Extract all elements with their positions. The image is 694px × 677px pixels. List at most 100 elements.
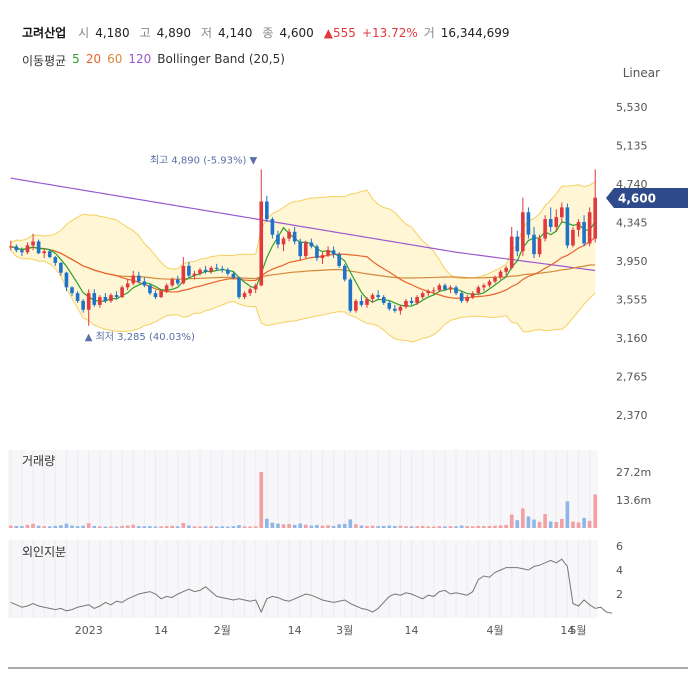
volume-bar [532,519,536,528]
volume-bar [470,526,475,528]
volume-tick-label: 27.2m [616,466,651,479]
candle-body [554,217,559,227]
candle-body [459,293,464,301]
x-tick-label: 14 [154,624,168,637]
candle-body [437,285,442,291]
x-tick-label: 2023 [75,624,103,637]
volume-bar [81,525,85,528]
volume-bar [270,522,275,528]
volume-bar [265,518,269,528]
candle-body [220,268,225,270]
candle-body [587,212,592,244]
candle-body [159,291,163,298]
candle-body [248,289,252,294]
candle-body [487,281,492,286]
foreign-tick-label: 4 [616,564,623,577]
candle-body [153,293,158,298]
volume-bar [209,526,213,528]
volume-bar [498,525,503,528]
foreign-tick-label: 2 [616,588,623,601]
price-tick-label: 3,160 [616,332,648,345]
volume-bar [521,508,525,528]
candle-body [537,238,542,255]
foreign-panel [8,540,598,618]
price-tick-label: 4,345 [616,217,648,230]
candle-body [342,265,347,280]
volume-bar [504,524,508,528]
volume-bar [59,525,63,528]
volume-bar [170,525,175,528]
volume-bar [582,517,586,528]
x-tick-label: 4월 [486,624,503,637]
volume-bar [543,514,547,528]
volume-bar [576,522,581,528]
candle-body [42,251,46,254]
candle-body [209,267,213,272]
volume-bar [36,525,41,528]
volume-bar [315,524,319,528]
candle-body [114,295,119,298]
candle-body [376,295,380,298]
candle-body [226,269,230,274]
x-tick-label: 14 [288,624,302,637]
candle-body [470,293,475,298]
candle-body [443,285,447,290]
volume-bar [231,526,236,528]
volume-bar [482,526,486,528]
candle-body [281,238,286,245]
volume-bar [136,526,141,528]
volume-bar [415,526,419,528]
volume-bar [459,525,464,528]
candle-body [98,297,102,305]
candle-body [25,245,30,253]
candle-body [543,219,547,239]
volume-bar [164,526,169,528]
volume-bar [53,525,58,528]
foreign-panel-title: 외인지분 [22,545,66,559]
volume-bar [92,525,97,528]
x-tick-label: 5월 [569,624,586,637]
volume-bar [448,526,453,528]
stock-chart[interactable]: 5,5305,1354,7404,3453,9503,5553,1602,765… [0,0,694,677]
volume-bar [281,524,286,528]
candle-body [292,231,297,242]
candle-body [70,287,74,294]
volume-bar [253,526,258,528]
volume-bar [131,524,136,528]
candle-body [498,271,503,278]
volume-bar [175,526,180,528]
current-price-tag: 4,600 [606,188,688,208]
volume-bar [276,523,280,528]
volume-bar [409,526,414,528]
candle-body [532,234,536,255]
candle-body [142,281,147,286]
candle-body [320,255,325,259]
price-tick-label: 5,135 [616,140,648,153]
candle-body [109,295,113,301]
volume-bar [509,514,514,528]
candle-body [20,250,24,253]
candle-body [476,287,481,294]
candle-body [125,283,130,288]
volume-bar [565,501,570,528]
volume-bar [220,526,225,528]
volume-bar [465,526,470,528]
volume-bar [287,524,291,528]
candle-body [131,275,136,284]
volume-bar [331,525,336,528]
volume-bar [75,526,80,528]
candle-body [120,287,124,298]
candle-body [509,236,514,268]
candle-body [270,219,275,235]
lowest-price-annotation: ▲ 최저 3,285 (40.03%) [85,331,195,343]
candle-body [387,302,392,309]
volume-bar [14,525,19,528]
volume-bar [320,525,325,528]
volume-bar [348,519,353,528]
candle-body [192,273,197,276]
volume-bar [226,526,230,528]
volume-bar [64,523,69,528]
volume-bar [354,524,358,528]
volume-bar [214,526,219,528]
volume-bar [114,526,119,528]
